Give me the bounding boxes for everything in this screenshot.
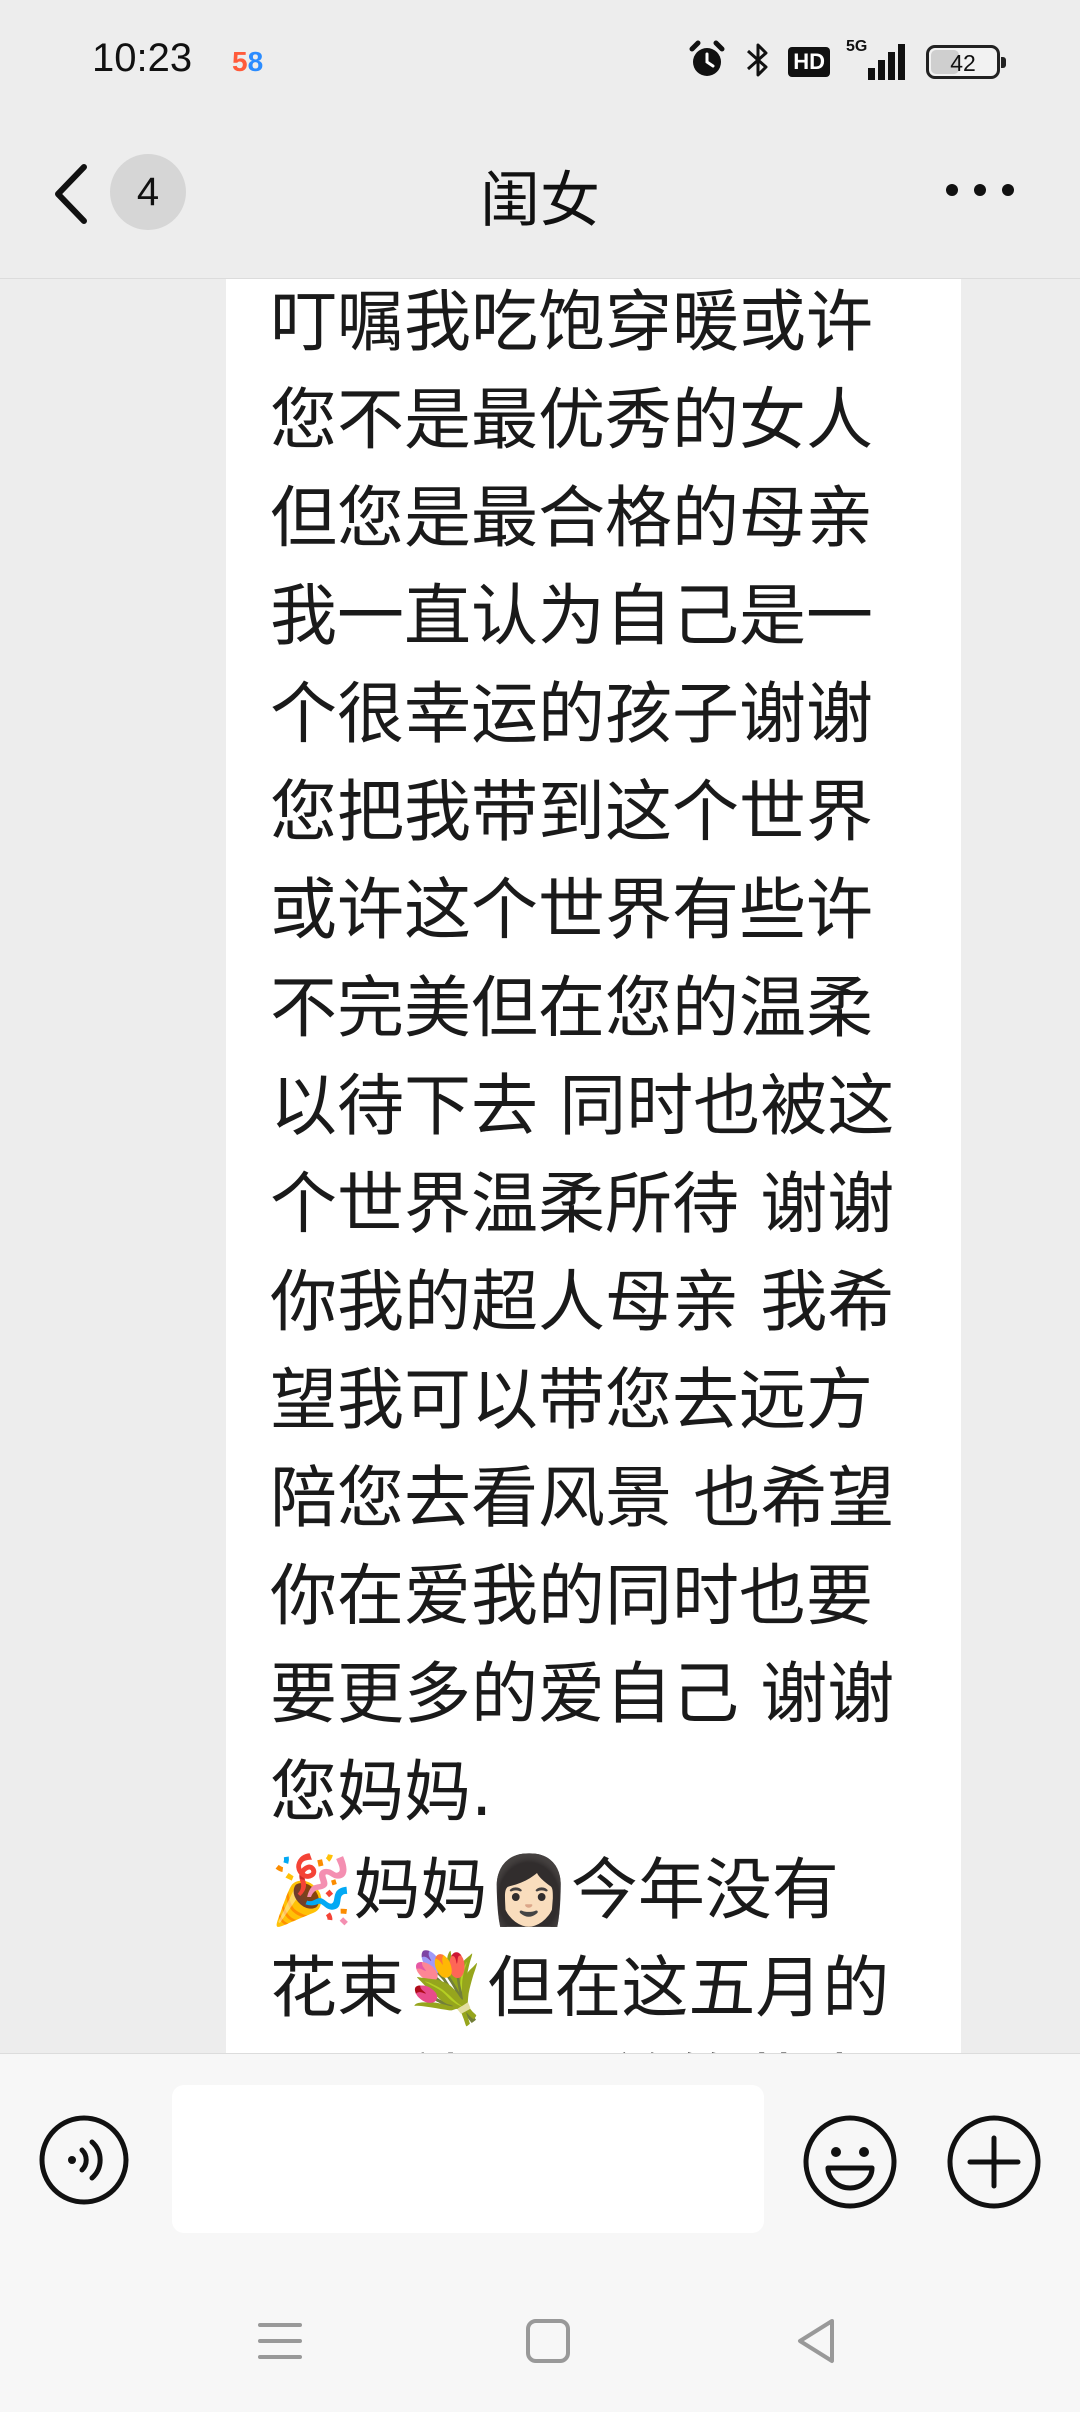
message-line: 叮嘱我吃饱穿暖或许 bbox=[270, 283, 873, 361]
message-text: 叮嘱我吃饱穿暖或许 您不是最优秀的女人 但您是最合格的母亲 我一直认为自己是一 个很幸运… bbox=[270, 279, 950, 2053]
app-58-icon: 58 bbox=[232, 46, 264, 77]
message-line: 🎉妈妈👩🏻今年没有 bbox=[270, 1851, 839, 1929]
status-bar: 10:23 58 HD 5G 42 bbox=[0, 0, 1080, 125]
message-line: 以待下去 同时也被这 bbox=[270, 1067, 895, 1145]
message-line: 不完美但在您的温柔 bbox=[270, 969, 873, 1047]
back-triangle-icon bbox=[798, 2319, 834, 2363]
message-line: 你在爱我的同时也要 bbox=[270, 1557, 873, 1635]
message-list[interactable]: 叮嘱我吃饱穿暖或许 您不是最优秀的女人 但您是最合格的母亲 我一直认为自己是一 个很幸运… bbox=[0, 279, 1080, 2053]
chat-title: 闺女 bbox=[480, 166, 600, 236]
message-line: 花束💐但在这五月的 bbox=[270, 1949, 890, 2027]
menu-nav-button[interactable] bbox=[250, 2311, 310, 2371]
battery-level: 42 bbox=[950, 50, 976, 76]
message-line: 或许这个世界有些许 bbox=[270, 871, 873, 949]
bluetooth-icon bbox=[744, 39, 772, 85]
system-nav-bar bbox=[0, 2271, 1080, 2412]
menu-lines-icon bbox=[258, 2323, 302, 2359]
alarm-icon bbox=[686, 39, 728, 85]
home-square-icon bbox=[526, 2319, 570, 2363]
input-bar bbox=[0, 2053, 1080, 2272]
plus-button[interactable] bbox=[946, 2114, 1042, 2210]
back-nav-button[interactable] bbox=[786, 2311, 846, 2371]
message-line: 天，就是最美的花束 bbox=[270, 2037, 950, 2053]
message-line: 您把我带到这个世界 bbox=[270, 773, 873, 851]
message-input[interactable] bbox=[172, 2085, 764, 2233]
message-bubble[interactable]: 叮嘱我吃饱穿暖或许 您不是最优秀的女人 但您是最合格的母亲 我一直认为自己是一 个很幸运… bbox=[226, 279, 961, 2053]
message-line: 个世界温柔所待 谢谢 bbox=[270, 1165, 895, 1243]
voice-button[interactable] bbox=[38, 2114, 130, 2206]
message-line: 我一直认为自己是一 bbox=[270, 577, 873, 655]
status-time: 10:23 bbox=[92, 36, 193, 80]
message-line: 要更多的爱自己 谢谢 bbox=[270, 1655, 895, 1733]
network-label: 5G bbox=[846, 38, 868, 55]
message-line: 您妈妈. bbox=[270, 1753, 493, 1831]
chat-screen: 10:23 58 HD 5G 42 4 闺女 叮嘱我吃饱穿暖或许 您不是最优秀的… bbox=[0, 0, 1080, 2412]
message-line: 但您是最合格的母亲 bbox=[270, 479, 873, 557]
message-line: 您不是最优秀的女人 bbox=[270, 381, 873, 459]
message-line: 你我的超人母亲 我希 bbox=[270, 1263, 895, 1341]
smiley-icon bbox=[803, 2115, 897, 2209]
hd-badge: HD bbox=[788, 47, 830, 77]
home-nav-button[interactable] bbox=[518, 2311, 578, 2371]
message-line: 望我可以带您去远方 bbox=[270, 1361, 873, 1439]
signal-5g-icon: 5G bbox=[846, 38, 910, 82]
message-line: 个很幸运的孩子谢谢 bbox=[270, 675, 873, 753]
more-button[interactable] bbox=[940, 170, 1020, 210]
message-line: 陪您去看风景 也希望 bbox=[270, 1459, 895, 1537]
emoji-button[interactable] bbox=[802, 2114, 898, 2210]
plus-icon bbox=[947, 2115, 1041, 2209]
battery-icon: 42 bbox=[926, 45, 1006, 79]
status-icons: HD 5G 42 bbox=[686, 36, 1006, 88]
voice-icon bbox=[39, 2115, 129, 2205]
more-dots-icon bbox=[946, 184, 1014, 196]
